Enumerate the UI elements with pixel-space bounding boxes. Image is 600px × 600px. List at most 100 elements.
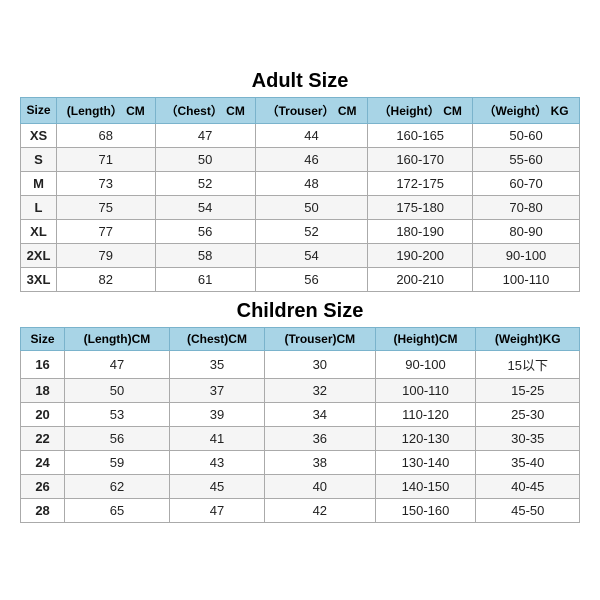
- table-row: 18503732100-11015-25: [21, 378, 580, 402]
- table-cell: 61: [155, 267, 255, 291]
- table-cell: 2XL: [21, 243, 57, 267]
- table-cell: 52: [255, 219, 368, 243]
- table-cell: 62: [65, 474, 170, 498]
- table-cell: 15-25: [476, 378, 580, 402]
- table-row: 26624540140-15040-45: [21, 474, 580, 498]
- table-cell: 53: [65, 402, 170, 426]
- table-cell: 54: [155, 195, 255, 219]
- table-cell: 82: [56, 267, 155, 291]
- table-cell: 80-90: [473, 219, 580, 243]
- table-cell: 79: [56, 243, 155, 267]
- table-cell: 175-180: [368, 195, 473, 219]
- table-cell: XL: [21, 219, 57, 243]
- table-cell: 130-140: [375, 450, 476, 474]
- table-cell: 47: [155, 123, 255, 147]
- table-cell: 52: [155, 171, 255, 195]
- table-cell: 140-150: [375, 474, 476, 498]
- table-cell: 45-50: [476, 498, 580, 522]
- children-header-cell: (Height)CM: [375, 327, 476, 350]
- children-header-cell: (Trouser)CM: [265, 327, 375, 350]
- table-cell: 3XL: [21, 267, 57, 291]
- table-cell: 71: [56, 147, 155, 171]
- table-row: 28654742150-16045-50: [21, 498, 580, 522]
- table-cell: 18: [21, 378, 65, 402]
- table-cell: 68: [56, 123, 155, 147]
- table-row: 1647353090-10015以下: [21, 350, 580, 378]
- table-cell: 36: [265, 426, 375, 450]
- table-cell: 110-120: [375, 402, 476, 426]
- table-cell: 90-100: [473, 243, 580, 267]
- table-cell: 56: [65, 426, 170, 450]
- adult-header-cell: (Length） CM: [56, 97, 155, 123]
- children-header-cell: (Chest)CM: [169, 327, 264, 350]
- table-cell: 100-110: [473, 267, 580, 291]
- table-cell: 50: [65, 378, 170, 402]
- table-cell: 22: [21, 426, 65, 450]
- table-cell: 44: [255, 123, 368, 147]
- table-cell: 48: [255, 171, 368, 195]
- children-header-cell: (Length)CM: [65, 327, 170, 350]
- table-cell: 26: [21, 474, 65, 498]
- children-header-cell: Size: [21, 327, 65, 350]
- table-row: XL775652180-19080-90: [21, 219, 580, 243]
- table-cell: L: [21, 195, 57, 219]
- table-cell: 65: [65, 498, 170, 522]
- table-cell: S: [21, 147, 57, 171]
- table-cell: 15以下: [476, 350, 580, 378]
- adult-header-cell: （Chest） CM: [155, 97, 255, 123]
- table-cell: 190-200: [368, 243, 473, 267]
- table-cell: 150-160: [375, 498, 476, 522]
- table-cell: 25-30: [476, 402, 580, 426]
- table-cell: 55-60: [473, 147, 580, 171]
- table-row: XS684744160-16550-60: [21, 123, 580, 147]
- table-cell: 34: [265, 402, 375, 426]
- table-cell: 100-110: [375, 378, 476, 402]
- table-cell: 39: [169, 402, 264, 426]
- table-row: 24594338130-14035-40: [21, 450, 580, 474]
- table-cell: 75: [56, 195, 155, 219]
- table-cell: 32: [265, 378, 375, 402]
- table-cell: 35-40: [476, 450, 580, 474]
- adult-size-table: Size(Length） CM（Chest） CM（Trouser） CM（He…: [20, 97, 580, 292]
- adult-header-cell: （Weight） KG: [473, 97, 580, 123]
- adult-header-cell: Size: [21, 97, 57, 123]
- table-cell: 60-70: [473, 171, 580, 195]
- table-cell: 54: [255, 243, 368, 267]
- table-cell: 50: [255, 195, 368, 219]
- size-chart-container: Adult Size Size(Length） CM（Chest） CM（Tro…: [10, 60, 590, 541]
- table-cell: 37: [169, 378, 264, 402]
- table-cell: 40: [265, 474, 375, 498]
- table-cell: 70-80: [473, 195, 580, 219]
- table-cell: 41: [169, 426, 264, 450]
- table-cell: 58: [155, 243, 255, 267]
- table-row: M735248172-17560-70: [21, 171, 580, 195]
- children-size-table: Size(Length)CM(Chest)CM(Trouser)CM(Heigh…: [20, 327, 580, 523]
- table-cell: 56: [155, 219, 255, 243]
- table-cell: 160-170: [368, 147, 473, 171]
- table-cell: M: [21, 171, 57, 195]
- table-cell: 172-175: [368, 171, 473, 195]
- table-cell: 77: [56, 219, 155, 243]
- table-cell: 47: [65, 350, 170, 378]
- table-cell: 45: [169, 474, 264, 498]
- table-row: 20533934110-12025-30: [21, 402, 580, 426]
- children-size-title: Children Size: [20, 300, 580, 323]
- table-cell: 28: [21, 498, 65, 522]
- table-cell: 46: [255, 147, 368, 171]
- table-cell: 56: [255, 267, 368, 291]
- table-cell: XS: [21, 123, 57, 147]
- table-cell: 30-35: [476, 426, 580, 450]
- children-header-cell: (Weight)KG: [476, 327, 580, 350]
- table-cell: 42: [265, 498, 375, 522]
- table-cell: 120-130: [375, 426, 476, 450]
- table-cell: 24: [21, 450, 65, 474]
- table-row: 3XL826156200-210100-110: [21, 267, 580, 291]
- table-row: S715046160-17055-60: [21, 147, 580, 171]
- table-cell: 50-60: [473, 123, 580, 147]
- table-cell: 59: [65, 450, 170, 474]
- table-cell: 38: [265, 450, 375, 474]
- adult-header-cell: （Trouser） CM: [255, 97, 368, 123]
- adult-size-title: Adult Size: [20, 70, 580, 93]
- table-cell: 40-45: [476, 474, 580, 498]
- table-cell: 200-210: [368, 267, 473, 291]
